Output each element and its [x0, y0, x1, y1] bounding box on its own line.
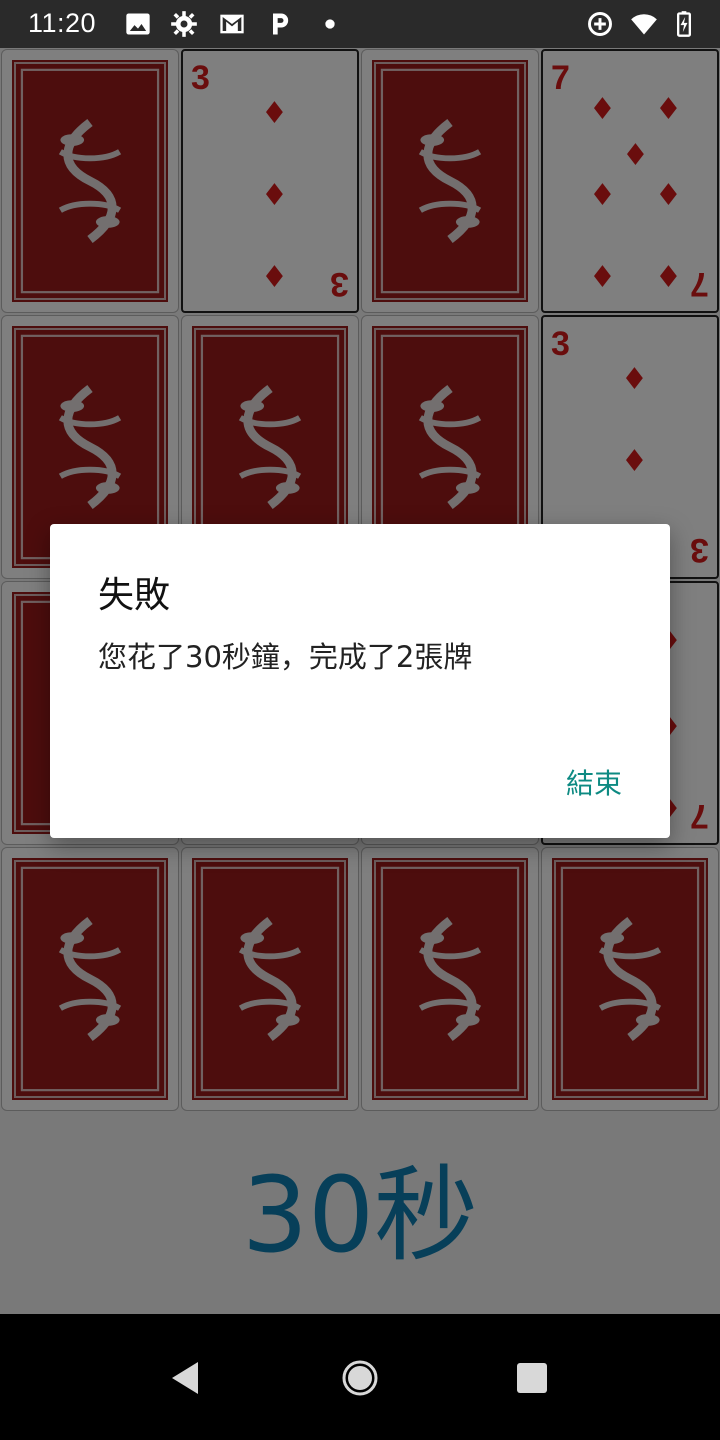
image-icon — [126, 13, 150, 35]
home-icon[interactable] — [340, 1358, 380, 1398]
battery-icon — [677, 11, 691, 37]
end-button[interactable]: 結束 — [566, 762, 622, 802]
navigation-bar — [0, 1314, 720, 1440]
wifi-icon — [631, 14, 657, 35]
gmail-icon — [220, 14, 244, 34]
status-bar: 11:20 — [0, 0, 720, 48]
gear-icon — [171, 11, 197, 37]
dot-icon — [325, 19, 335, 29]
result-dialog: 失敗 您花了30秒鐘，完成了2張牌 結束 — [50, 524, 670, 838]
p-icon — [273, 13, 289, 35]
recents-icon[interactable] — [512, 1358, 552, 1398]
status-time: 11:20 — [28, 8, 97, 38]
data-saver-icon — [588, 12, 612, 36]
dialog-title: 失敗 — [98, 575, 171, 616]
back-icon[interactable] — [166, 1358, 206, 1398]
dialog-message: 您花了30秒鐘，完成了2張牌 — [98, 640, 473, 674]
